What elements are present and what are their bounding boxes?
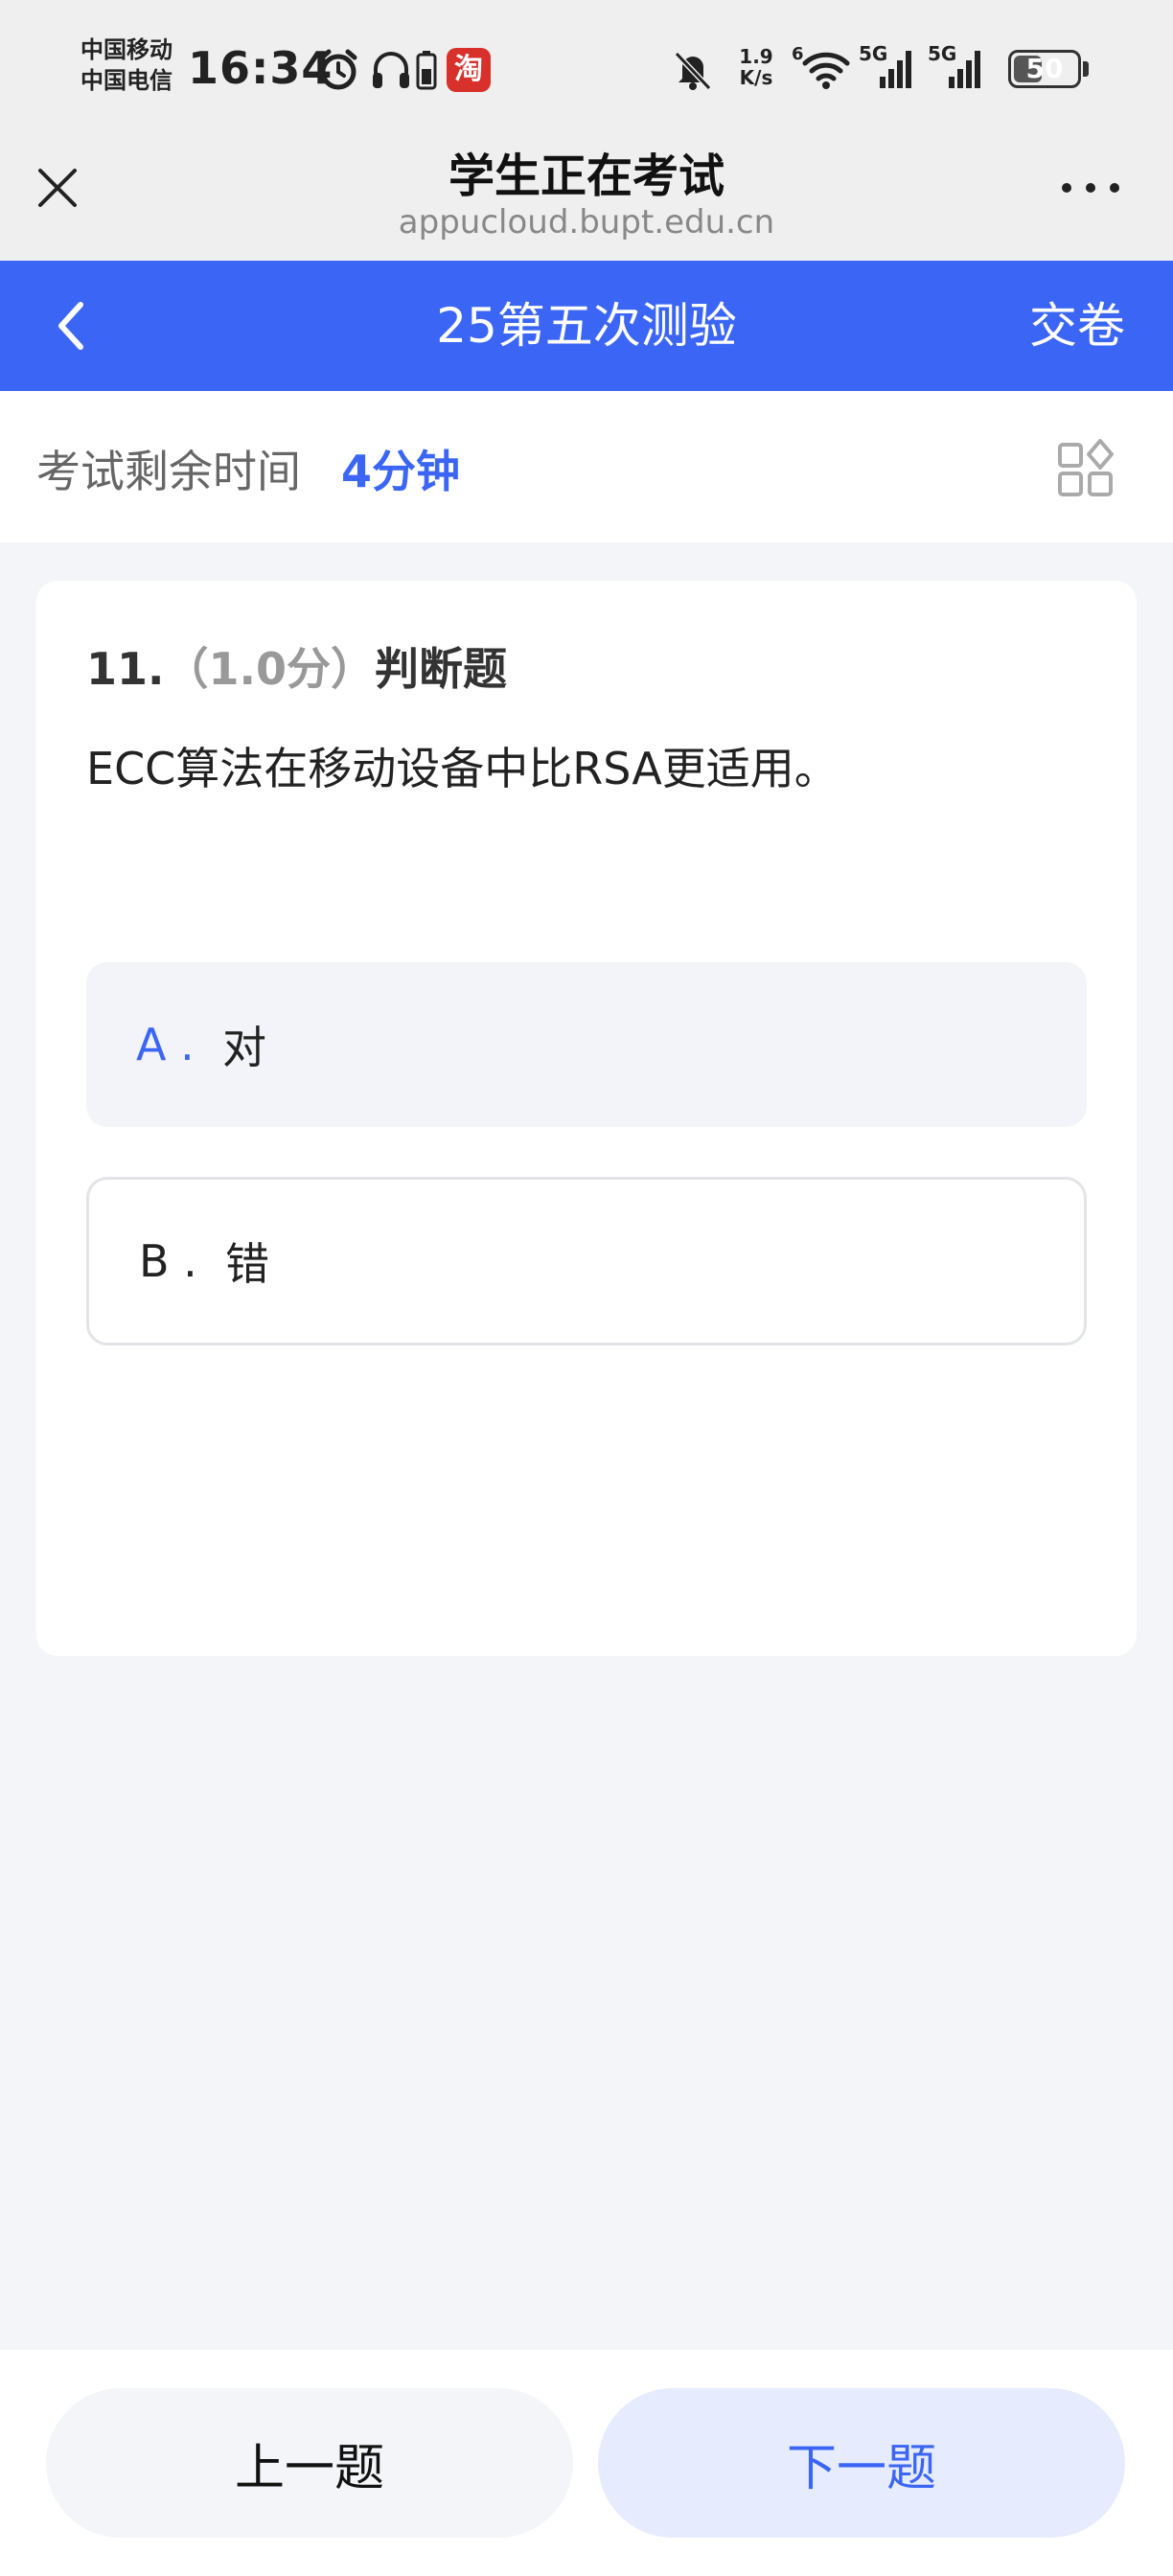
more-dot-icon <box>1086 183 1095 193</box>
exam-title: 25第五次测验 <box>436 298 737 354</box>
timer-bar: 考试剩余时间 4分钟 <box>0 391 1173 542</box>
net-speed: 1.9 K/s <box>732 46 780 88</box>
wifi-icon <box>802 52 850 89</box>
question-header: 11.（1.0分）判断题 <box>86 634 507 698</box>
carrier-1: 中国移动 <box>80 36 172 63</box>
mute-bell-icon <box>674 51 712 91</box>
bottom-nav: 上一题 下一题 <box>0 2350 1173 2576</box>
grid-icon <box>1058 439 1114 496</box>
question-number: 11. <box>86 643 165 695</box>
battery-percent: 50 <box>1025 53 1064 84</box>
option-a-text: 对 <box>222 1022 266 1073</box>
question-grid-button[interactable] <box>1056 439 1116 498</box>
battery-small-icon <box>416 51 437 90</box>
headphones-icon <box>373 52 409 88</box>
time-remaining-value: 4分钟 <box>341 446 461 497</box>
signal-icon <box>949 51 980 88</box>
signal-icon <box>880 51 911 88</box>
carrier-names: 中国移动 中国电信 <box>80 34 172 96</box>
net-speed-unit: K/s <box>739 66 773 89</box>
net-speed-value: 1.9 <box>739 45 773 68</box>
browser-page-title: 学生正在考试 <box>448 150 724 203</box>
browser-titlebar: 学生正在考试 appucloud.bupt.edu.cn <box>0 130 1173 261</box>
submit-exam-button[interactable]: 交卷 <box>1029 261 1125 391</box>
alarm-icon <box>319 49 357 90</box>
exam-header: 25第五次测验 交卷 <box>0 261 1173 391</box>
taobao-icon: 淘 <box>447 48 491 92</box>
status-time: 16:34 <box>188 42 334 94</box>
battery-icon: 50 <box>1008 50 1081 88</box>
chevron-left-icon <box>58 302 83 350</box>
question-type: 判断题 <box>375 643 507 695</box>
question-text: ECC算法在移动设备中比RSA更适用。 <box>86 743 839 794</box>
question-score: （1.0分） <box>164 643 376 695</box>
question-card: 11.（1.0分）判断题 ECC算法在移动设备中比RSA更适用。 A . 对 B… <box>36 581 1137 1656</box>
prev-question-button[interactable]: 上一题 <box>46 2388 573 2538</box>
next-question-button[interactable]: 下一题 <box>598 2388 1125 2538</box>
option-b[interactable]: B . 错 <box>86 1177 1087 1346</box>
more-options-button[interactable] <box>1054 169 1127 207</box>
time-remaining-label: 考试剩余时间 <box>36 446 301 497</box>
option-b-text: 错 <box>225 1238 269 1290</box>
carrier-2: 中国电信 <box>80 67 172 94</box>
battery-tip <box>1083 61 1089 77</box>
option-b-letter: B . <box>139 1235 197 1287</box>
back-button[interactable] <box>34 289 107 362</box>
screen: 中国移动 中国电信 16:34 淘 1.9 K/s 6 5G 5G 50 学生正… <box>0 0 1173 2576</box>
more-dot-icon <box>1110 183 1119 193</box>
option-a[interactable]: A . 对 <box>86 962 1087 1127</box>
status-bar: 中国移动 中国电信 16:34 淘 1.9 K/s 6 5G 5G 50 <box>0 0 1173 130</box>
option-a-letter: A . <box>136 1019 195 1070</box>
more-dot-icon <box>1062 183 1071 193</box>
browser-url: appucloud.bupt.edu.cn <box>398 203 775 242</box>
